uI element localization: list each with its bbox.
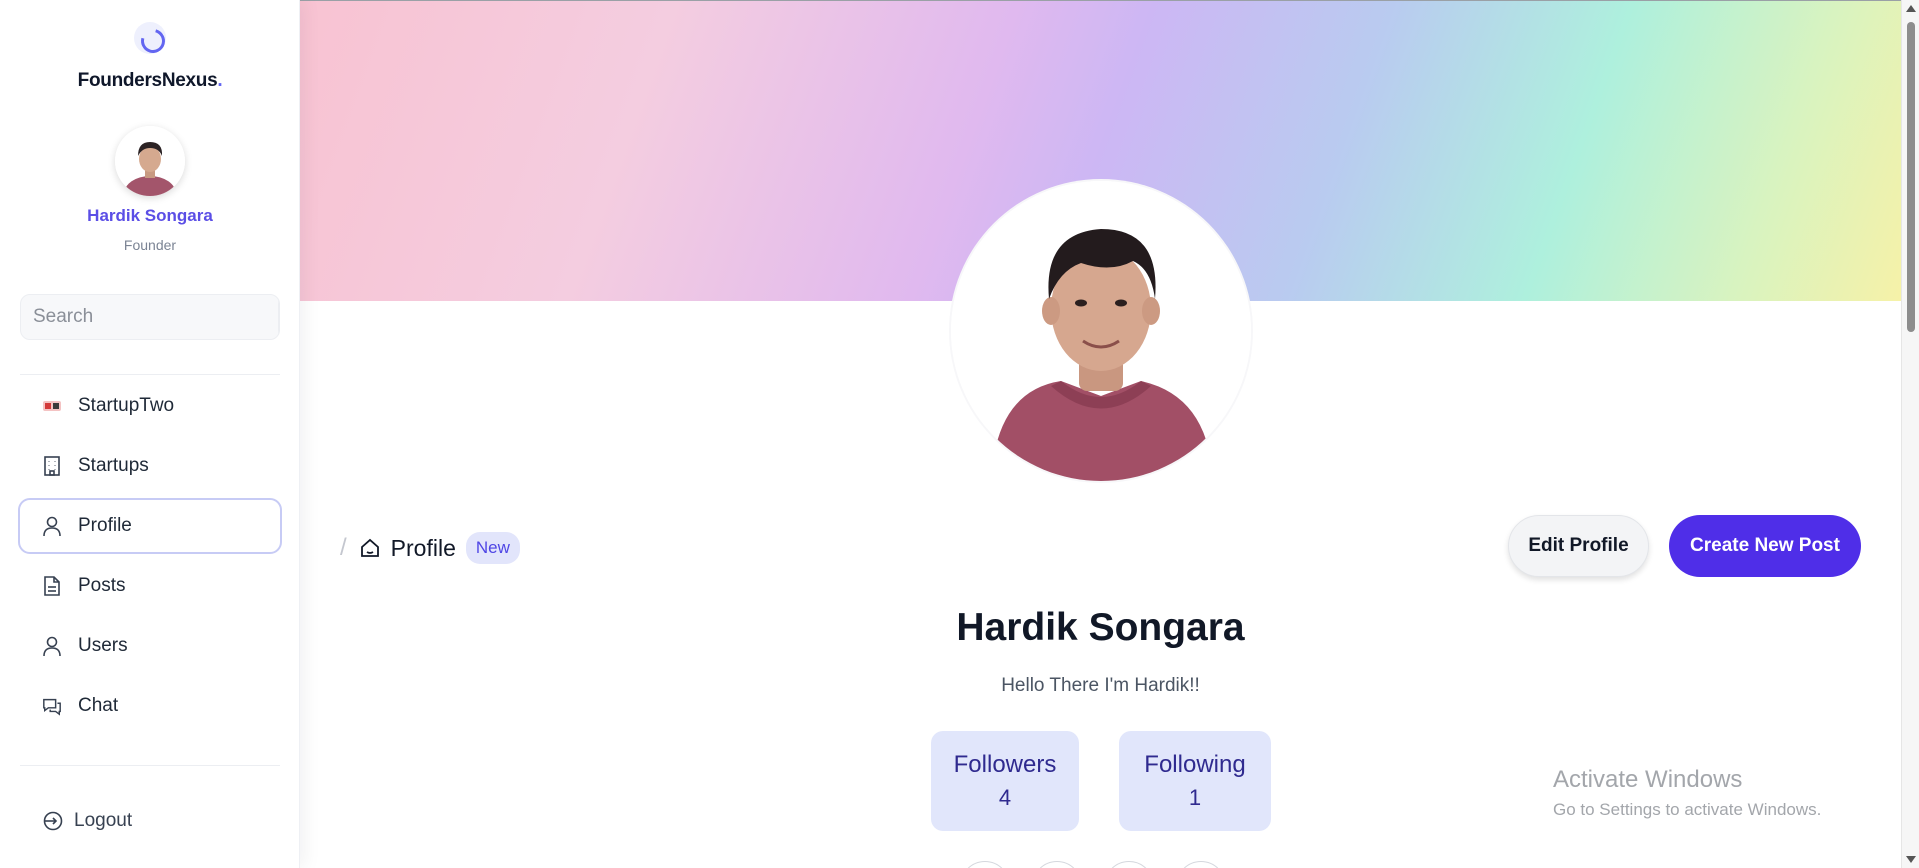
edit-profile-button[interactable]: Edit Profile (1508, 515, 1649, 577)
breadcrumb: / Profile New (340, 532, 520, 564)
logout-button[interactable]: Logout (42, 810, 132, 832)
sidebar-item-label: Startups (78, 455, 149, 476)
startup-logo-icon (42, 395, 62, 417)
sidebar-item-label: Profile (78, 515, 132, 536)
scroll-thumb[interactable] (1907, 22, 1915, 332)
sidebar-item-label: Posts (78, 575, 126, 596)
search-icon (279, 308, 280, 326)
search-box (20, 294, 280, 340)
breadcrumb-label[interactable]: Profile (391, 535, 456, 562)
sidebar-avatar[interactable] (115, 126, 185, 196)
chat-icon (42, 695, 62, 717)
document-icon (42, 575, 62, 597)
profile-avatar[interactable] (951, 181, 1251, 481)
following-label: Following (1144, 751, 1246, 778)
followers-label: Followers (953, 751, 1057, 778)
logout-icon (42, 810, 64, 832)
sidebar-item-startups[interactable]: Startups (18, 438, 282, 494)
social-links-row (960, 861, 1226, 868)
profile-bio: Hello There I'm Hardik!! (1001, 675, 1200, 696)
sidebar-item-label: StartupTwo (78, 395, 175, 416)
windows-activation-watermark: Activate Windows Go to Settings to activ… (1553, 766, 1821, 820)
social-link-button[interactable] (1104, 861, 1154, 868)
brand-dot: . (217, 70, 223, 91)
building-icon (42, 455, 62, 477)
sidebar-item-posts[interactable]: Posts (18, 558, 282, 614)
logout-label: Logout (74, 810, 133, 831)
sidebar-item-profile[interactable]: Profile (18, 498, 282, 554)
new-badge: New (465, 532, 520, 564)
home-icon[interactable] (359, 537, 381, 559)
social-link-button[interactable] (1176, 861, 1226, 868)
sidebar-item-label: Users (78, 635, 128, 656)
app-window: FoundersNexus. Hardik Songara Founder Se… (0, 0, 1919, 868)
social-link-button[interactable] (1032, 861, 1082, 868)
user-icon (42, 515, 62, 537)
sidebar-user-role: Founder (123, 237, 177, 253)
main-content: / Profile New Edit Profile Create New Po… (300, 0, 1901, 868)
sidebar-nav: StartupTwo Startups Profile Posts Users … (18, 378, 282, 738)
sidebar: FoundersNexus. Hardik Songara Founder Se… (0, 0, 300, 868)
sidebar-divider-top (20, 374, 280, 375)
watermark-subtitle: Go to Settings to activate Windows. (1553, 800, 1822, 819)
sidebar-item-label: Chat (78, 695, 119, 716)
user-icon (42, 635, 62, 657)
create-new-post-button[interactable]: Create New Post (1669, 515, 1861, 577)
watermark-title: Activate Windows (1553, 766, 1743, 793)
following-card[interactable]: Following 1 (1119, 731, 1271, 831)
sidebar-user-name[interactable]: Hardik Songara (0, 206, 300, 226)
sidebar-divider-bottom (20, 765, 280, 766)
followers-count: 4 (998, 785, 1012, 810)
brand-text: FoundersNexus (77, 70, 218, 91)
social-link-button[interactable] (960, 861, 1010, 868)
sidebar-item-chat[interactable]: Chat (18, 678, 282, 734)
breadcrumb-separator: / (340, 534, 347, 561)
following-count: 1 (1188, 785, 1202, 810)
sidebar-item-users[interactable]: Users (18, 618, 282, 674)
vertical-scrollbar[interactable] (1901, 0, 1919, 868)
profile-name: Hardik Songara (956, 606, 1245, 649)
scroll-up-arrow-icon[interactable] (1906, 5, 1916, 12)
search-input[interactable] (21, 295, 278, 339)
sidebar-item-startuptwo[interactable]: StartupTwo (18, 378, 282, 434)
followers-card[interactable]: Followers 4 (931, 731, 1079, 831)
window-top-border (300, 0, 1901, 1)
brand-name[interactable]: FoundersNexus. (0, 70, 300, 92)
search-button[interactable] (278, 295, 280, 339)
scroll-down-arrow-icon[interactable] (1906, 856, 1916, 863)
logo-icon[interactable] (134, 22, 166, 54)
